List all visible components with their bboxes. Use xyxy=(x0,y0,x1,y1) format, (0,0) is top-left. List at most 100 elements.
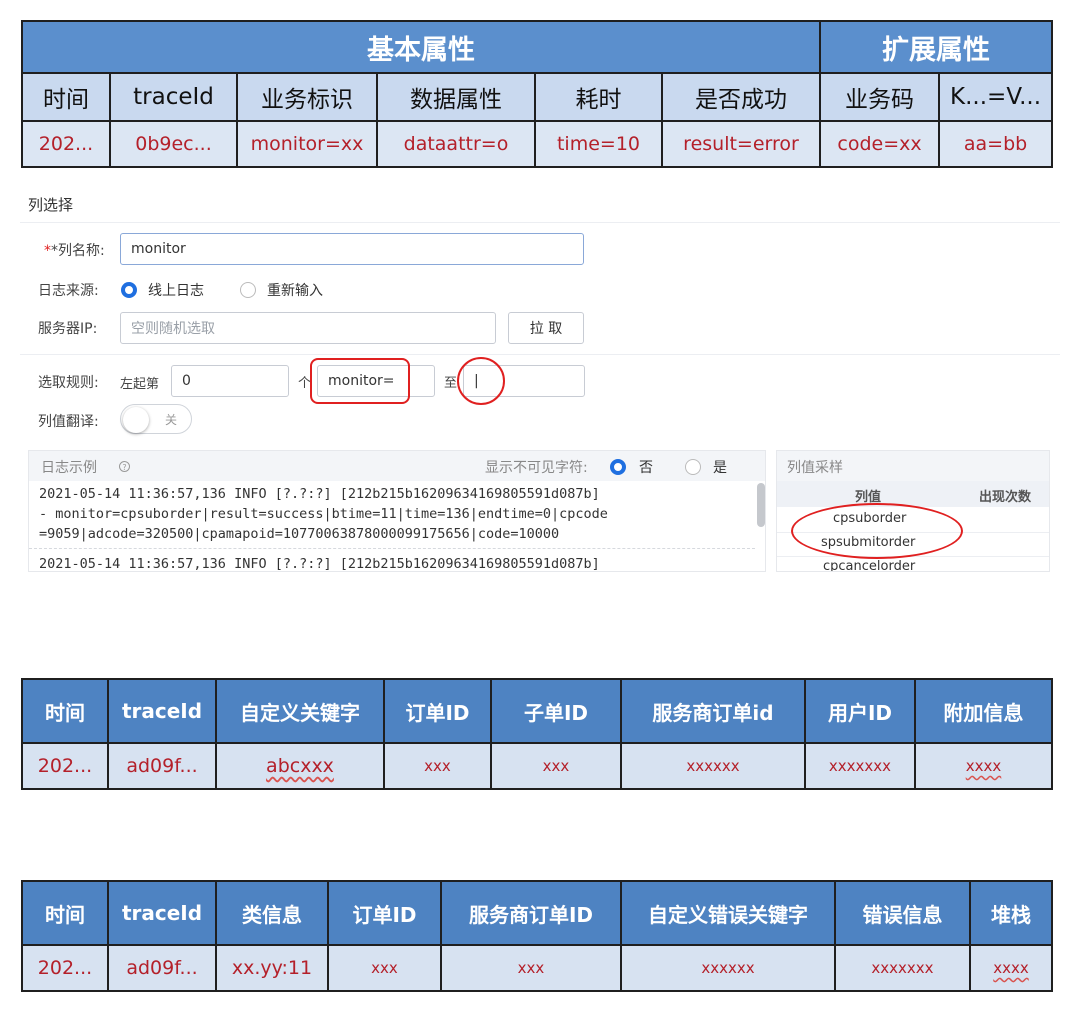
header-kv: K...=V... xyxy=(938,72,1054,122)
table-cell: 202... xyxy=(21,120,111,168)
header-extra-info: 附加信息 xyxy=(914,678,1053,744)
table-cell: code=xx xyxy=(819,120,941,168)
table-cell: xxxx xyxy=(914,742,1053,790)
server-ip-label: 服务器IP: xyxy=(38,321,98,337)
table-cell: monitor=xx xyxy=(236,120,378,168)
log-scrollbar[interactable] xyxy=(757,483,765,527)
header-error-info: 错误信息 xyxy=(834,880,971,946)
log-line: 2021-05-14 11:36:57,136 INFO [?.?:?] [21… xyxy=(39,486,600,502)
group-extended-attributes: 扩展属性 xyxy=(819,20,1054,74)
header-user-id: 用户ID xyxy=(804,678,916,744)
header-time: 时间 xyxy=(21,678,109,744)
sample-box: 列值采样 列值 出现次数 cpsuborder spsubmitorder cp… xyxy=(776,450,1050,572)
header-sub-order-id: 子单ID xyxy=(490,678,622,744)
header-traceid: traceId xyxy=(107,880,217,946)
translate-toggle[interactable]: 关 xyxy=(120,404,192,434)
server-ip-placeholder: 空则随机选取 xyxy=(131,321,215,337)
table-cell: xxxxxx xyxy=(620,944,836,992)
table-cell: 202... xyxy=(21,944,109,992)
radio-online-log-label: 线上日志 xyxy=(148,283,204,299)
table-cell: abcxxx xyxy=(215,742,385,790)
log-example-box: 日志示例 ? 显示不可见字符: 否 是 2021-05-14 11:36:57,… xyxy=(28,450,766,572)
table-cell: xxxx xyxy=(969,944,1053,992)
toggle-state: 关 xyxy=(165,413,178,427)
sample-title: 列值采样 xyxy=(787,460,843,476)
header-time: 时间 xyxy=(21,72,111,122)
column-select-panel: 列选择 **列名称: monitor 日志来源: 线上日志 重新输入 服务器IP… xyxy=(20,180,1060,572)
header-provider-order-id: 服务商订单id xyxy=(620,678,806,744)
table-cell: time=10 xyxy=(534,120,663,168)
header-class-info: 类信息 xyxy=(215,880,329,946)
radio-invisible-yes-label: 是 xyxy=(713,460,727,476)
log-example-header xyxy=(29,451,765,481)
header-order-id: 订单ID xyxy=(383,678,492,744)
sample-value: cpcancelorder xyxy=(823,559,916,572)
header-duration: 耗时 xyxy=(534,72,663,122)
section-title: 列选择 xyxy=(28,196,74,214)
header-success: 是否成功 xyxy=(660,72,822,122)
column-name-value: monitor xyxy=(131,241,186,257)
table-cell: xxx xyxy=(383,742,492,790)
header-order-id: 订单ID xyxy=(327,880,442,946)
divider xyxy=(20,222,1060,223)
log-line: =9059|adcode=320500|cpamapoid=1077006387… xyxy=(39,526,560,542)
log-source-label: 日志来源: xyxy=(38,283,99,299)
column-name-label-text: *列名称: xyxy=(51,243,105,259)
header-custom-error-keyword: 自定义错误关键字 xyxy=(620,880,836,946)
help-icon[interactable]: ? xyxy=(119,461,130,472)
log-line: 2021-05-14 11:36:57,136 INFO [?.?:?] [21… xyxy=(39,556,600,572)
table-cell: xxx xyxy=(440,944,622,992)
table-cell: ad09f... xyxy=(107,944,217,992)
table-cell: xxx xyxy=(490,742,622,790)
rule-label: 选取规则: xyxy=(38,375,99,391)
header-data-attr: 数据属性 xyxy=(376,72,536,122)
table-cell: 202... xyxy=(21,742,109,790)
log-example-title: 日志示例 xyxy=(41,460,97,476)
header-traceid: traceId xyxy=(107,678,217,744)
error-log-table: 时间 traceId 类信息 订单ID 服务商订单ID 自定义错误关键字 错误信… xyxy=(21,880,1053,992)
table-cell: dataattr=o xyxy=(376,120,536,168)
radio-invisible-no-label: 否 xyxy=(639,460,653,476)
divider xyxy=(20,354,1060,355)
sample-col-count: 出现次数 xyxy=(979,490,1032,505)
group-basic-attributes: 基本属性 xyxy=(20,20,822,74)
table-cell: xxxxxxx xyxy=(804,742,916,790)
rule-index-input[interactable]: 0 xyxy=(171,365,289,397)
rule-from-left-label: 左起第 xyxy=(120,377,160,392)
header-custom-keyword: 自定义关键字 xyxy=(215,678,385,744)
column-name-input[interactable]: monitor xyxy=(120,233,584,265)
table-cell: xxx xyxy=(327,944,442,992)
radio-reinput[interactable] xyxy=(240,282,256,298)
header-provider-order-id: 服务商订单ID xyxy=(440,880,622,946)
table-cell: xxxxxxx xyxy=(834,944,971,992)
show-invisible-label: 显示不可见字符: xyxy=(485,460,588,476)
table-cell: xxxxxx xyxy=(620,742,806,790)
fetch-button[interactable]: 拉 取 xyxy=(508,312,584,344)
table-cell: xx.yy:11 xyxy=(215,944,329,992)
log-line: - monitor=cpsuborder|result=success|btim… xyxy=(39,506,608,522)
header-time: 时间 xyxy=(21,880,109,946)
table-cell: aa=bb xyxy=(938,120,1054,168)
highlight-rule-start xyxy=(310,358,410,404)
header-business-id: 业务标识 xyxy=(236,72,378,122)
order-log-table: 时间 traceId 自定义关键字 订单ID 子单ID 服务商订单id 用户ID… xyxy=(21,678,1053,790)
radio-invisible-yes[interactable] xyxy=(685,459,701,475)
highlight-sample-values xyxy=(791,503,963,559)
attribute-table: 基本属性 扩展属性 时间 traceId 业务标识 数据属性 耗时 是否成功 业… xyxy=(20,20,1054,168)
table-cell: ad09f... xyxy=(107,742,217,790)
rule-to-label: 至 xyxy=(444,376,458,391)
translate-label: 列值翻译: xyxy=(38,414,99,430)
header-stack: 堆栈 xyxy=(969,880,1053,946)
table-cell: 0b9ec... xyxy=(109,120,238,168)
toggle-knob xyxy=(123,407,149,433)
header-business-code: 业务码 xyxy=(819,72,941,122)
column-name-label: **列名称: xyxy=(44,243,105,259)
radio-reinput-label: 重新输入 xyxy=(267,283,323,299)
radio-online-log[interactable] xyxy=(121,282,137,298)
rule-index-value: 0 xyxy=(182,373,191,389)
highlight-rule-end xyxy=(457,357,505,405)
radio-invisible-no[interactable] xyxy=(610,459,626,475)
table-cell: result=error xyxy=(660,120,822,168)
server-ip-input[interactable]: 空则随机选取 xyxy=(120,312,496,344)
fetch-button-label: 拉 取 xyxy=(529,321,563,337)
